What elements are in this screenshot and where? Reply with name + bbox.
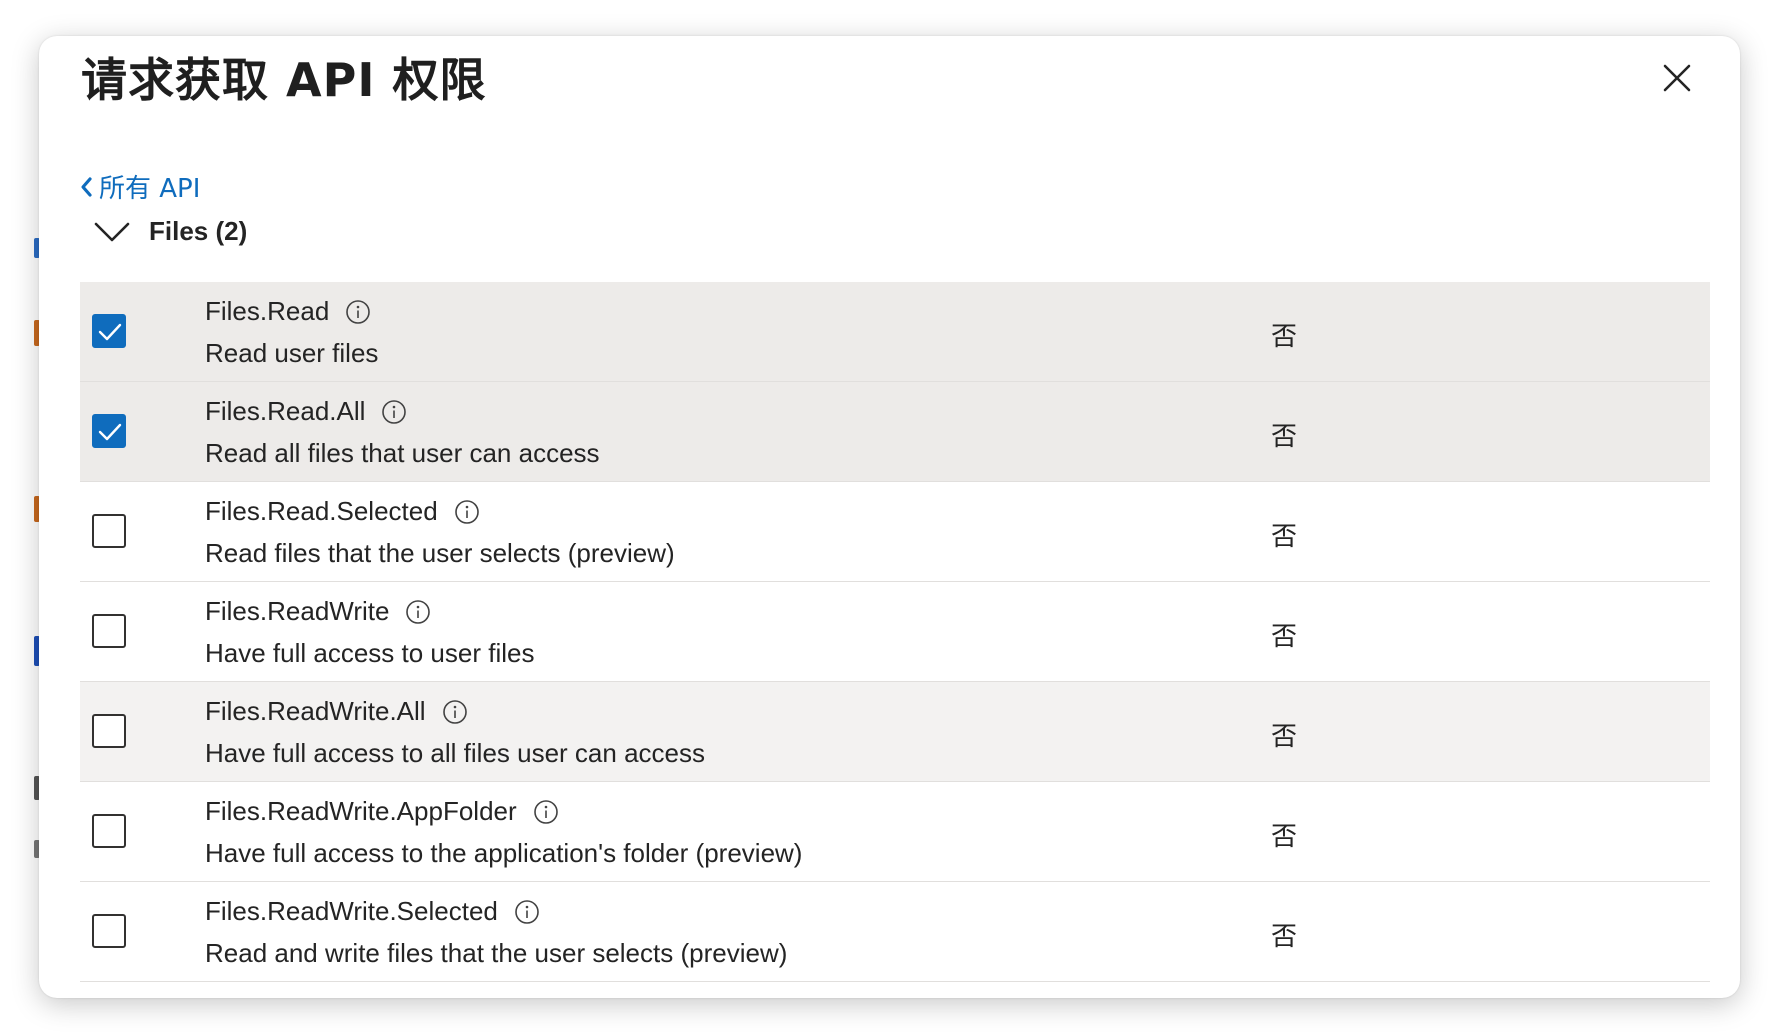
chevron-down-icon [94,222,130,241]
files-group-toggle[interactable]: Files (2) [93,216,247,247]
permission-checkbox[interactable] [92,914,126,948]
permission-checkbox[interactable] [92,814,126,848]
info-icon[interactable] [381,399,407,425]
permission-row[interactable]: Files.ReadWrite.AppFolder Have full acce… [80,782,1710,882]
close-button[interactable] [1655,56,1699,100]
permission-description: Read user files [205,338,379,368]
permission-row[interactable]: Files.ReadWrite.All Have full access to … [80,682,1710,782]
permission-description: Read files that the user selects (previe… [205,538,675,568]
close-icon [1663,64,1691,92]
permission-name: Files.ReadWrite.AppFolder [205,796,517,826]
permission-row[interactable]: Files.Read.All Read all files that user … [80,382,1710,482]
info-icon[interactable] [442,699,468,725]
permission-description: Have full access to user files [205,638,535,668]
admin-consent-required: 否 [1271,622,1298,652]
permission-name-group: Files.ReadWrite [205,596,431,627]
admin-consent-required: 否 [1271,522,1298,552]
info-icon[interactable] [454,499,480,525]
info-icon[interactable] [345,299,371,325]
chevron-left-icon [81,176,92,197]
request-api-permissions-dialog: 请求获取 API 权限 所有 API Files (2) Files.Read [39,36,1740,998]
permission-row[interactable]: Files.Read Read user files 否 [80,282,1710,382]
dialog-title: 请求获取 API 权限 [81,53,487,107]
info-icon[interactable] [405,599,431,625]
permission-checkbox[interactable] [92,514,126,548]
permission-name: Files.Read.All [205,396,366,426]
permission-name: Files.Read [205,296,330,326]
admin-consent-required: 否 [1271,722,1298,752]
admin-consent-required: 否 [1271,822,1298,852]
files-group-label: Files (2) [149,216,248,246]
permission-row[interactable]: Files.ReadWrite.Selected Read and write … [80,882,1710,982]
permission-name-group: Files.Read.Selected [205,496,480,527]
checkmark-icon [98,423,122,441]
permission-name: Files.ReadWrite [205,596,390,626]
permission-row[interactable]: Files.Read.Selected Read files that the … [80,482,1710,582]
permission-checkbox[interactable] [92,714,126,748]
permission-description: Read and write files that the user selec… [205,938,788,968]
permission-checkbox[interactable] [92,414,126,448]
permission-name: Files.ReadWrite.Selected [205,896,498,926]
permission-row[interactable]: Files.ReadWrite Have full access to user… [80,582,1710,682]
permissions-list: Files.Read Read user files 否 Files.Read.… [80,282,1710,982]
permission-name-group: Files.Read [205,296,371,327]
permission-name-group: Files.ReadWrite.All [205,696,468,727]
info-icon[interactable] [514,899,540,925]
permission-description: Have full access to the application's fo… [205,838,803,868]
permission-name: Files.ReadWrite.All [205,696,426,726]
all-apis-link-label: 所有 API [99,174,201,204]
all-apis-link[interactable]: 所有 API [79,168,200,205]
permission-name-group: Files.Read.All [205,396,407,427]
permission-description: Have full access to all files user can a… [205,738,705,768]
admin-consent-required: 否 [1271,322,1298,352]
permission-name-group: Files.ReadWrite.AppFolder [205,796,559,827]
permission-checkbox[interactable] [92,314,126,348]
admin-consent-required: 否 [1271,422,1298,452]
permission-description: Read all files that user can access [205,438,600,468]
permission-checkbox[interactable] [92,614,126,648]
permission-name-group: Files.ReadWrite.Selected [205,896,540,927]
admin-consent-required: 否 [1271,922,1298,952]
permission-name: Files.Read.Selected [205,496,438,526]
info-icon[interactable] [533,799,559,825]
checkmark-icon [98,323,122,341]
